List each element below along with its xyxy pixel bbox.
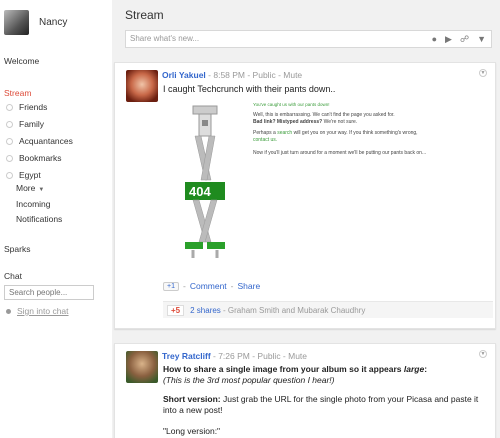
post-card: Trey Ratcliff - 7:26 PM - Public - Mute …: [114, 343, 496, 438]
circle-friends[interactable]: Friends: [6, 102, 47, 112]
circle-icon: [6, 137, 13, 145]
error-line-3: Perhaps a search will get you on your wa…: [253, 130, 433, 143]
circle-icon: [6, 171, 13, 179]
page-title: Stream: [125, 8, 164, 22]
circle-bookmarks[interactable]: Bookmarks: [6, 153, 62, 163]
headline-post: :: [424, 364, 428, 374]
left-sidebar: Nancy Welcome Stream Friends Family Acqu…: [0, 0, 112, 438]
circle-label: Egypt: [19, 170, 41, 180]
profile[interactable]: Nancy: [4, 10, 67, 35]
nav-stream[interactable]: Stream: [4, 88, 31, 98]
circle-label: Acquantances: [19, 136, 73, 146]
nav-incoming[interactable]: Incoming: [16, 199, 51, 209]
link-icon[interactable]: ☍: [460, 34, 469, 45]
nav-sparks[interactable]: Sparks: [4, 244, 30, 254]
status-dot-icon: [6, 308, 11, 314]
sharers: - Graham Smith and Mubarak Chaudhry: [220, 305, 366, 315]
contact-link[interactable]: contact us.: [253, 137, 277, 143]
chevron-down-icon[interactable]: ▼: [479, 350, 487, 358]
post-header: Orli Yakuel - 8:58 PM - Public - Mute: [162, 70, 302, 80]
circle-icon: [6, 154, 13, 162]
share-icons: ● ▶ ☍ ▼: [432, 34, 486, 45]
error-line-4: Now if you'll just turn around for a mom…: [253, 150, 427, 156]
video-icon[interactable]: ▶: [445, 34, 452, 45]
circle-acquantances[interactable]: Acquantances: [6, 136, 73, 146]
post-text: I caught Techcrunch with their pants dow…: [163, 84, 336, 94]
camera-icon[interactable]: ●: [432, 34, 437, 45]
author-link[interactable]: Trey Ratcliff: [162, 351, 211, 361]
circle-egypt[interactable]: Egypt: [6, 170, 41, 180]
share-link[interactable]: Share: [238, 281, 261, 291]
post-subline: (This is the 3rd most popular question I…: [163, 375, 335, 385]
error-line-2: Bad link? Mistyped address? We're not su…: [253, 119, 433, 126]
circle-family[interactable]: Family: [6, 119, 44, 129]
post-header: Trey Ratcliff - 7:26 PM - Public - Mute: [162, 351, 307, 361]
sign-in-chat[interactable]: Sign into chat: [6, 306, 69, 316]
share-box[interactable]: Share what's new... ● ▶ ☍ ▼: [125, 30, 492, 48]
avatar[interactable]: [126, 70, 158, 102]
search-link[interactable]: search: [277, 130, 292, 136]
more-label: More: [16, 183, 36, 193]
chevron-down-icon: ▼: [38, 187, 45, 193]
chat-search-input[interactable]: [4, 285, 94, 300]
shares-text: 2 shares - Graham Smith and Mubarak Chau…: [190, 306, 365, 315]
post-meta: - 7:26 PM - Public - Mute: [210, 351, 308, 361]
avatar[interactable]: [4, 10, 29, 35]
post-headline: How to share a single image from your al…: [163, 364, 483, 375]
headline-pre: How to share a single image from your al…: [163, 364, 404, 374]
circle-label: Friends: [19, 102, 48, 112]
profile-name[interactable]: Nancy: [39, 17, 67, 28]
circle-label: Family: [19, 119, 45, 129]
post-long-version: "Long version:": [163, 426, 221, 436]
post-actions: +1 - Comment - Share: [163, 281, 260, 291]
post-card: Orli Yakuel - 8:58 PM - Public - Mute ▼ …: [114, 62, 496, 329]
error-line-3-mid: will get you on your way. If you think s…: [292, 130, 418, 136]
plus-count-badge[interactable]: +5: [167, 304, 185, 316]
circle-label: Bookmarks: [19, 153, 62, 163]
location-icon[interactable]: ▼: [477, 34, 486, 45]
separator: -: [182, 281, 186, 291]
chevron-down-icon[interactable]: ▼: [479, 69, 487, 77]
short-label: Short version:: [163, 394, 221, 404]
plus-one-button[interactable]: +1: [163, 281, 179, 291]
post-short-version: Short version: Just grab the URL for the…: [163, 394, 483, 416]
separator: -: [230, 281, 234, 291]
nav-notifications[interactable]: Notifications: [16, 214, 62, 224]
chat-heading: Chat: [4, 271, 22, 281]
main-stream: Stream Share what's new... ● ▶ ☍ ▼ Orli …: [112, 0, 500, 438]
avatar[interactable]: [126, 351, 158, 383]
share-input[interactable]: Share what's new...: [130, 34, 199, 43]
error-line-2-rest: We're not sure.: [322, 119, 358, 125]
error-tagline: You've caught us with our pants down!: [253, 102, 330, 107]
nav-more[interactable]: More ▼: [16, 183, 44, 193]
nav-welcome[interactable]: Welcome: [4, 56, 39, 66]
error-line-2-bold: Bad link? Mistyped address?: [253, 119, 323, 125]
error-line-3-pre: Perhaps a: [253, 130, 278, 136]
circle-icon: [6, 120, 13, 128]
post-image[interactable]: 404 You've caught us with our pants down…: [163, 100, 426, 260]
error-line-1: Well, this is embarrassing. We can't fin…: [253, 112, 395, 118]
sign-in-chat-link[interactable]: Sign into chat: [17, 306, 69, 316]
author-link[interactable]: Orli Yakuel: [162, 70, 206, 80]
headline-em: large: [403, 364, 425, 374]
error-code: 404: [189, 184, 211, 199]
shares-bar: +5 2 shares - Graham Smith and Mubarak C…: [163, 301, 493, 318]
circle-icon: [6, 103, 13, 111]
post-meta: - 8:58 PM - Public - Mute: [205, 70, 303, 80]
shares-link[interactable]: 2 shares: [190, 306, 221, 315]
comment-link[interactable]: Comment: [190, 281, 227, 291]
